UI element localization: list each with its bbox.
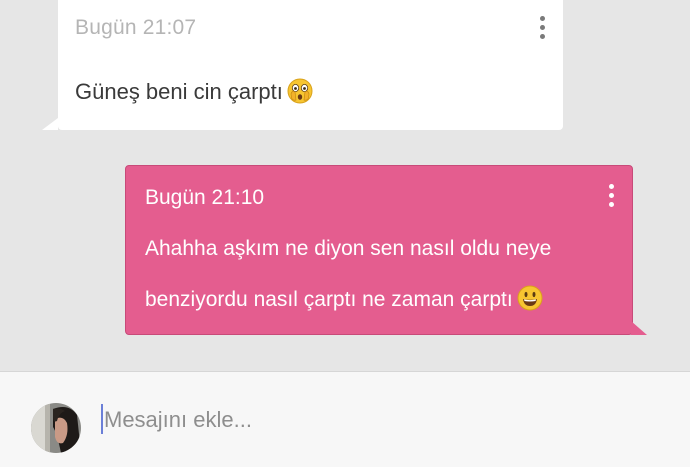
message-timestamp: Bugün 21:10 (145, 186, 265, 209)
message-input[interactable] (104, 400, 664, 440)
smiley-face-icon (517, 285, 543, 311)
message-text-line: benziyordu nasıl çarptı ne zaman çarptı (145, 285, 543, 312)
message-options-icon[interactable] (535, 16, 549, 40)
face-with-hand-over-mouth-icon (287, 78, 313, 104)
outgoing-message-bubble: Bugün 21:10 Ahahha aşkım ne diyon sen na… (125, 165, 647, 335)
message-options-icon[interactable] (604, 184, 618, 208)
bubble-tail (631, 321, 647, 335)
user-avatar-image (31, 403, 81, 453)
message-timestamp: Bugün 21:07 (75, 16, 197, 39)
incoming-message-bubble: Bugün 21:07 Güneş beni cin çarptı (42, 0, 563, 130)
text-cursor (101, 404, 103, 434)
message-composer (0, 371, 690, 467)
avatar[interactable] (31, 403, 81, 453)
message-text-line: Ahahha aşkım ne diyon sen nasıl oldu ney… (145, 237, 552, 260)
bubble-tail (42, 118, 58, 130)
message-text-line: Güneş beni cin çarptı (75, 78, 313, 105)
message-list: Bugün 21:07 Güneş beni cin çarptı Bugün … (0, 0, 690, 371)
